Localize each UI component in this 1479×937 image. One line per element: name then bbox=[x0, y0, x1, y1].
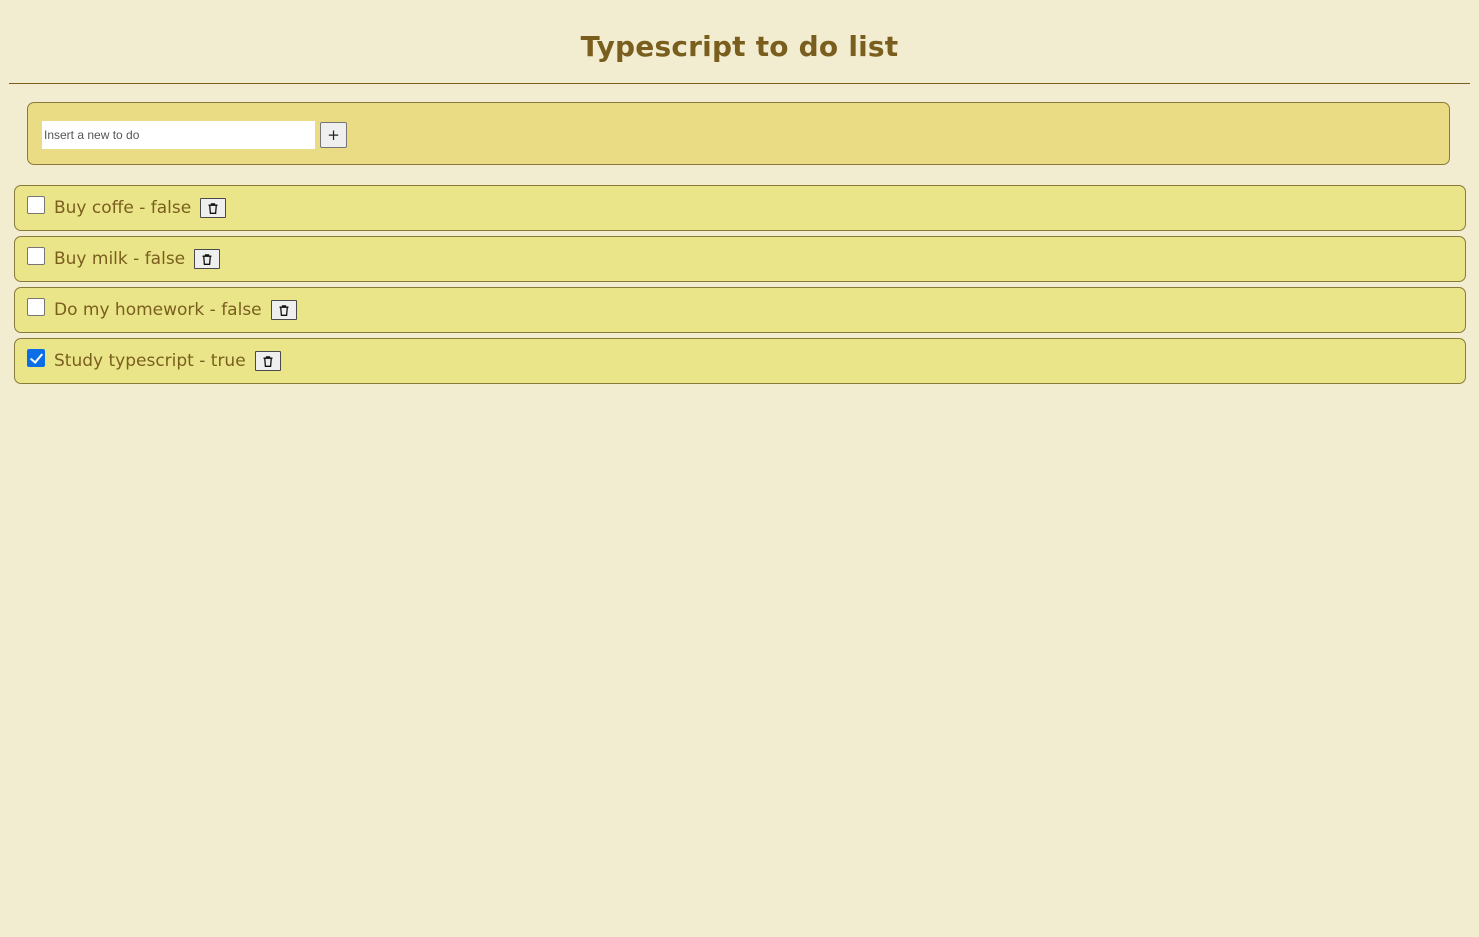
delete-todo-button[interactable] bbox=[200, 198, 227, 218]
add-todo-button[interactable]: + bbox=[320, 122, 347, 148]
todo-checkbox[interactable] bbox=[27, 247, 45, 265]
trash-icon bbox=[208, 202, 218, 214]
trash-icon bbox=[202, 253, 212, 265]
todo-checkbox[interactable] bbox=[27, 349, 45, 367]
trash-icon bbox=[263, 355, 273, 367]
todo-checkbox[interactable] bbox=[27, 298, 45, 316]
todo-item: Buy milk - false bbox=[14, 236, 1466, 282]
delete-todo-button[interactable] bbox=[254, 351, 281, 371]
todo-label: Do my homework - false bbox=[54, 300, 262, 320]
todo-label: Study typescript - true bbox=[54, 351, 246, 371]
page-title: Typescript to do list bbox=[580, 30, 899, 63]
todo-item: Buy coffe - false bbox=[14, 185, 1466, 231]
todo-label: Buy milk - false bbox=[54, 249, 186, 269]
header-divider bbox=[9, 83, 1470, 84]
trash-icon bbox=[279, 304, 289, 316]
new-todo-input[interactable] bbox=[42, 121, 315, 149]
delete-todo-button[interactable] bbox=[194, 249, 221, 269]
delete-todo-button[interactable] bbox=[270, 300, 297, 320]
todo-checkbox[interactable] bbox=[27, 196, 45, 214]
todo-label: Buy coffe - false bbox=[54, 198, 192, 218]
add-todo-panel: + bbox=[27, 102, 1450, 165]
todo-item: Do my homework - false bbox=[14, 287, 1466, 333]
todo-list: Buy coffe - false Buy milk - false Do my… bbox=[14, 185, 1466, 389]
todo-item: Study typescript - true bbox=[14, 338, 1466, 384]
